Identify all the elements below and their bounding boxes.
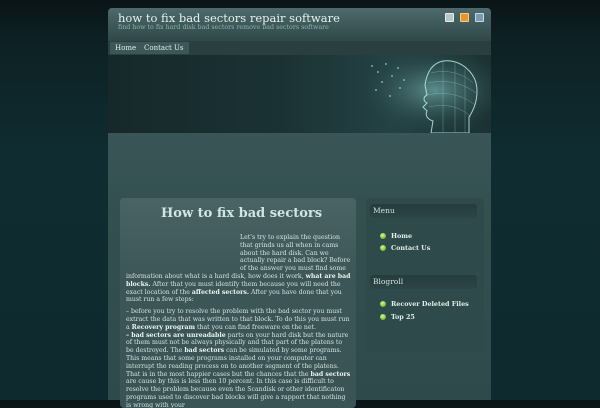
sidebar-item-label[interactable]: Home — [391, 232, 412, 240]
post-paragraph-2: – before you try to resolve the problem … — [126, 308, 351, 408]
image-placeholder — [126, 234, 240, 272]
content-area: How to fix bad sectors Let's try to expl… — [108, 133, 491, 408]
bold-text: Recovery program — [131, 323, 196, 331]
bullet-icon — [380, 301, 386, 307]
bullet-icon — [380, 233, 386, 239]
header-icons — [445, 13, 484, 22]
post-title[interactable]: How to fix bad sectors — [161, 206, 322, 221]
main-navigation: Home Contact Us — [108, 41, 491, 55]
header-banner — [108, 55, 491, 133]
rss-icon[interactable] — [460, 13, 469, 22]
sidebar-item-home[interactable]: Home — [380, 232, 412, 240]
nav-contact-us[interactable]: Contact Us — [139, 42, 189, 54]
sidebar-item-recover-deleted-files[interactable]: Recover Deleted Files — [380, 300, 469, 308]
sidebar-item-top-25[interactable]: Top 25 — [380, 313, 415, 321]
nav-home[interactable]: Home — [110, 42, 142, 54]
site-tagline: find how to fix hard disk bad sectors re… — [118, 24, 329, 31]
menu-heading: Menu — [370, 204, 477, 218]
bullet-icon — [380, 245, 386, 251]
digital-head-image — [351, 55, 491, 133]
bold-text: affected sectors. — [191, 288, 249, 296]
blog-post: How to fix bad sectors Let's try to expl… — [120, 198, 356, 408]
sidebar-item-contact-us[interactable]: Contact Us — [380, 244, 430, 252]
site-header: how to fix bad sectors repair software f… — [108, 8, 491, 41]
sidebar-item-label[interactable]: Top 25 — [391, 313, 415, 321]
bold-text: bad sectors — [310, 370, 351, 378]
bullet-icon — [380, 314, 386, 320]
bold-text: bad sectors — [184, 347, 225, 355]
page-container: how to fix bad sectors repair software f… — [108, 8, 491, 408]
bold-text: – bad sectors are unreadable — [126, 331, 226, 339]
sidebar-item-label[interactable]: Contact Us — [391, 244, 430, 252]
email-icon[interactable] — [475, 13, 484, 22]
sidebar: Menu Home Contact Us Blogroll Recover De… — [366, 198, 484, 353]
paragraph-text: that you can find freeware on the net. — [197, 323, 316, 331]
post-body: Let's try to explain the question that g… — [126, 234, 351, 408]
sidebar-item-label[interactable]: Recover Deleted Files — [391, 300, 469, 308]
post-paragraph-1: Let's try to explain the question that g… — [126, 234, 351, 304]
paragraph-text: are cause by this is less then 10 percen… — [126, 378, 346, 408]
blogroll-heading: Blogroll — [370, 275, 477, 289]
bookmark-icon[interactable] — [445, 13, 454, 22]
site-title[interactable]: how to fix bad sectors repair software — [118, 11, 340, 25]
